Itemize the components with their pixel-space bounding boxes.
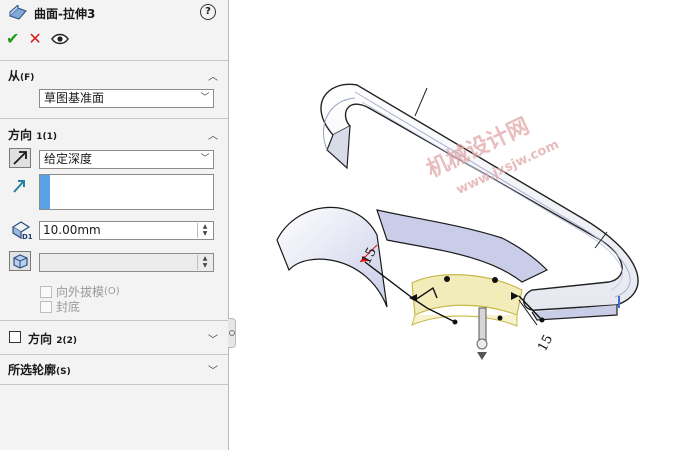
- draft-outward-suffix: (O): [104, 286, 120, 297]
- draft-toggle-button[interactable]: [9, 251, 31, 271]
- dimension-bottom-label: 15: [535, 332, 556, 354]
- cap-end-label: 封底: [56, 300, 81, 314]
- panel-title: 曲面-拉伸3: [34, 6, 96, 21]
- start-condition-value: 草图基准面: [44, 91, 105, 105]
- help-button[interactable]: ?: [200, 4, 216, 20]
- reverse-direction-icon: [13, 151, 27, 165]
- end-condition-value: 给定深度: [44, 152, 93, 166]
- extruded-surface-icon: [9, 5, 27, 20]
- depth-value: 10.00mm: [43, 223, 101, 237]
- direction1-suffix: 1(1): [36, 132, 57, 142]
- spin-arrows-icon[interactable]: ▲ ▼: [197, 223, 212, 238]
- surface-extrude-preview[interactable]: [276, 206, 549, 327]
- spin-arrows-icon[interactable]: ▲ ▼: [197, 255, 212, 270]
- direction2-suffix: 2(2): [56, 336, 77, 346]
- collapse-chevron-icon[interactable]: ︿: [208, 68, 218, 83]
- reverse-direction-button[interactable]: [9, 148, 31, 168]
- direction2-label: 方向: [28, 332, 53, 346]
- expand-chevron-icon[interactable]: ﹀: [208, 362, 218, 377]
- cap-end-checkbox[interactable]: 封底: [40, 298, 80, 315]
- panel-header: 曲面-拉伸3: [8, 5, 95, 21]
- depth-input[interactable]: 10.00mm ▲ ▼: [39, 221, 214, 240]
- cancel-button[interactable]: ✕: [28, 30, 41, 48]
- direction-selection-box[interactable]: [39, 174, 214, 210]
- end-condition-select[interactable]: 给定深度 ﹀: [39, 150, 214, 169]
- preview-eye-icon[interactable]: [50, 33, 69, 45]
- depth-drag-handle[interactable]: [476, 307, 488, 360]
- contours-label: 所选轮廓: [8, 363, 57, 377]
- chevron-down-icon: ﹀: [200, 93, 210, 103]
- draft-angle-icon: [13, 254, 28, 269]
- direction1-header[interactable]: 方向 1(1): [8, 126, 57, 143]
- from-suffix: (F): [20, 73, 35, 83]
- graphics-viewport[interactable]: 15 15 机械设计网 www.jxsjw.com: [237, 0, 700, 450]
- direction2-checkbox[interactable]: [9, 331, 21, 343]
- direction1-label: 方向: [8, 128, 33, 142]
- draft-angle-input[interactable]: ▲ ▼: [39, 253, 214, 272]
- checkbox-icon: [40, 300, 52, 313]
- selected-contours-header[interactable]: 所选轮廓(S): [8, 361, 71, 378]
- panel-resize-handle[interactable]: [228, 318, 236, 348]
- contours-suffix: (S): [56, 367, 71, 377]
- chevron-down-icon: ﹀: [200, 154, 210, 164]
- collapse-chevron-icon[interactable]: ︿: [208, 127, 218, 142]
- direction-vector-icon: [13, 180, 25, 193]
- model-canvas[interactable]: 15 15: [237, 0, 700, 450]
- ok-button[interactable]: ✔: [6, 30, 19, 48]
- expand-chevron-icon[interactable]: ﹀: [208, 331, 218, 346]
- from-section-header[interactable]: 从(F): [8, 67, 34, 84]
- start-condition-select[interactable]: 草图基准面 ﹀: [39, 89, 214, 108]
- svg-text:D1: D1: [22, 233, 33, 241]
- depth-dimension-icon: D1: [11, 221, 33, 241]
- from-label: 从: [8, 69, 21, 83]
- action-buttons: ✔ ✕: [6, 30, 69, 48]
- direction2-header[interactable]: 方向 2(2): [28, 330, 77, 347]
- checkbox-icon: [40, 285, 52, 298]
- property-manager-panel: 曲面-拉伸3 ? ✔ ✕ 从(F) ︿ 草图基准面 ﹀ 方向 1(1) ︿ 给定…: [0, 0, 229, 450]
